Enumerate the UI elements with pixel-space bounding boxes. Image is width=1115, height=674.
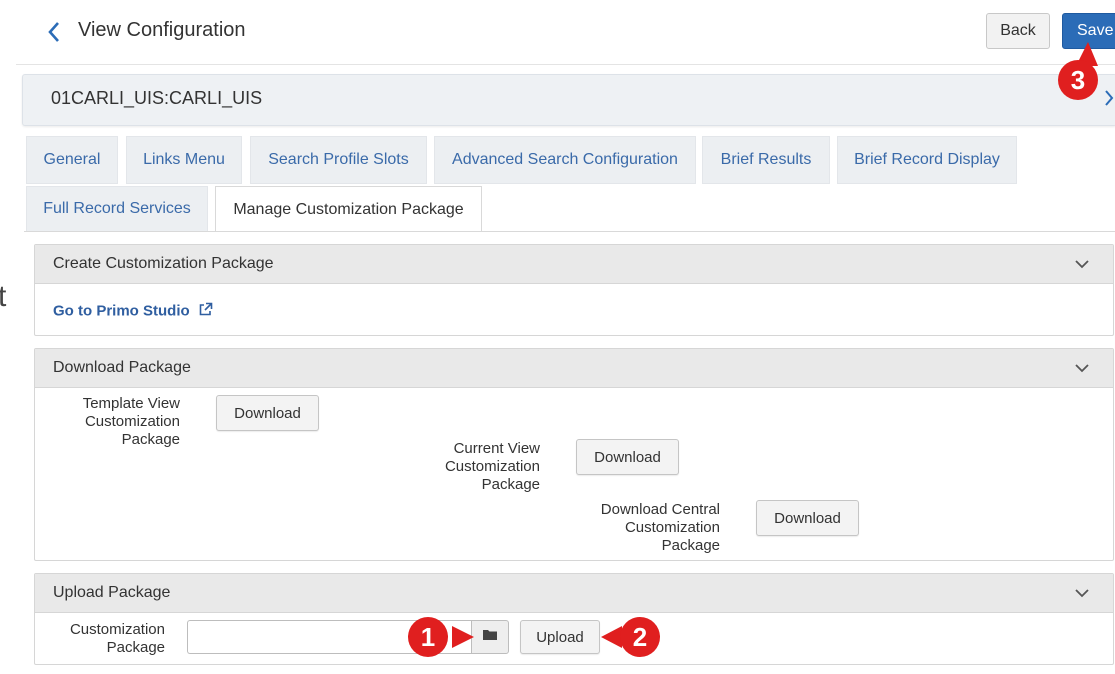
annotation-overlay bbox=[452, 42, 1098, 648]
annotation-badge-3: 3 bbox=[1058, 60, 1098, 100]
annotation-badge-2: 2 bbox=[620, 617, 660, 657]
annotation-arrow-1 bbox=[452, 626, 474, 648]
annotation-badge-1: 1 bbox=[408, 617, 448, 657]
annotation-arrow-2 bbox=[601, 626, 622, 648]
